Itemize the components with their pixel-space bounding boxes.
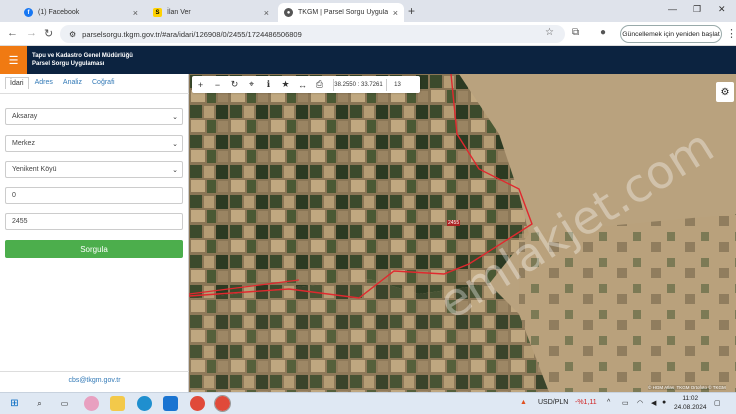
file-explorer-icon[interactable] <box>110 396 125 411</box>
refresh-icon[interactable]: ↻ <box>226 79 243 90</box>
locate-icon[interactable]: ⌖ <box>243 79 260 90</box>
location-icon: ● <box>284 8 293 17</box>
tab-label: İlan Ver <box>167 9 191 16</box>
tab-facebook[interactable]: f (1) Facebook × <box>18 3 144 22</box>
info-icon[interactable]: ℹ <box>260 79 277 90</box>
app-title-line1: Tapu ve Kadastro Genel Müdürlüğü <box>32 53 133 59</box>
print-icon[interactable]: ⎙ <box>311 79 328 90</box>
battery-icon[interactable]: ▭ <box>622 399 629 407</box>
update-label: Güncellemek için yeniden başlat <box>622 30 720 38</box>
satellite-map[interactable]: emlakjet.com <box>189 74 736 392</box>
tab-cografi[interactable]: Coğrafi <box>88 77 119 89</box>
clock-time: 11:02 <box>682 395 699 402</box>
notification-icon[interactable]: ▢ <box>714 399 721 407</box>
hamburger-menu-icon[interactable]: ☰ <box>0 46 27 74</box>
address-toolbar: ← → ↻ ⚙ parselsorgu.tkgm.gov.tr/#ara/ida… <box>0 22 736 46</box>
district-value: Merkez <box>12 140 35 147</box>
tab-label: (1) Facebook <box>38 9 80 16</box>
url-field[interactable]: ⚙ parselsorgu.tkgm.gov.tr/#ara/idari/126… <box>60 25 565 43</box>
reload-button[interactable]: ↻ <box>44 27 53 40</box>
clock-date: 24.08.2024 <box>674 404 707 411</box>
extensions-icon[interactable]: ⧉ <box>572 27 579 38</box>
close-icon[interactable]: × <box>264 8 269 18</box>
tab-idari[interactable]: İdari <box>5 77 29 89</box>
maximize-button[interactable]: ❐ <box>693 4 701 15</box>
volume-icon[interactable]: ◀ <box>651 399 656 407</box>
province-value: Aksaray <box>12 113 38 120</box>
wifi-icon[interactable]: ◠ <box>637 399 643 407</box>
new-tab-button[interactable]: + <box>408 4 415 18</box>
forward-button[interactable]: → <box>26 27 37 39</box>
site-info-icon[interactable]: ⚙ <box>69 30 76 39</box>
sidebar-tabs: İdari Adres Analiz Coğrafi <box>5 77 121 89</box>
favorite-star-icon[interactable]: ★ <box>277 79 294 90</box>
close-icon[interactable]: × <box>393 8 398 18</box>
chevron-down-icon: ⌄ <box>172 166 178 174</box>
province-select[interactable]: Aksaray ⌄ <box>5 108 183 125</box>
profile-icon[interactable]: ● <box>600 27 606 38</box>
tab-label: TKGM | Parsel Sorgu Uygulama <box>298 9 388 16</box>
parcel-value: 2455 <box>12 218 28 225</box>
parcel-input[interactable]: 2455 <box>5 213 183 230</box>
coordinate-readout: 38.2550 : 33.7261 <box>333 79 383 91</box>
chevron-down-icon: ⌄ <box>172 113 178 121</box>
tab-divider <box>0 93 189 94</box>
system-clock[interactable]: 11:02 24.08.2024 <box>674 394 707 412</box>
tab-ilan-ver[interactable]: S İlan Ver × <box>147 3 275 22</box>
chrome-icon[interactable] <box>190 396 205 411</box>
neighborhood-value: Yenikent Köyü <box>12 166 57 173</box>
close-icon[interactable]: × <box>133 8 138 18</box>
footer-divider <box>0 371 189 372</box>
sahibinden-icon: S <box>153 8 162 17</box>
minimize-button[interactable]: — <box>668 4 677 14</box>
tray-expand-icon[interactable]: ^ <box>607 399 610 406</box>
edge-icon[interactable] <box>137 396 152 411</box>
facebook-icon: f <box>24 8 33 17</box>
parcel-label[interactable]: 2455 <box>447 220 461 226</box>
search-icon[interactable]: ⌕ <box>32 396 47 411</box>
query-button[interactable]: Sorgula <box>5 240 183 258</box>
menu-icon[interactable]: ⋮ <box>726 27 736 40</box>
chevron-down-icon: ⌄ <box>172 140 178 148</box>
neighborhood-select[interactable]: Yenikent Köyü ⌄ <box>5 161 183 178</box>
zoom-in-icon[interactable]: + <box>192 80 209 90</box>
close-window-button[interactable]: ✕ <box>718 4 726 15</box>
windows-start-icon[interactable]: ⊞ <box>7 396 22 411</box>
back-button[interactable]: ← <box>7 27 18 39</box>
url-text: parselsorgu.tkgm.gov.tr/#ara/idari/12690… <box>82 29 302 39</box>
copilot-icon[interactable] <box>84 396 99 411</box>
browser-tab-bar: f (1) Facebook × S İlan Ver × ● TKGM | P… <box>0 0 736 22</box>
tab-analiz[interactable]: Analiz <box>59 77 86 89</box>
app-header: ☰ Tapu ve Kadastro Genel Müdürlüğü Parse… <box>0 46 736 74</box>
currency-label[interactable]: USD/PLN <box>538 399 568 406</box>
zoom-level: 13 <box>386 79 408 91</box>
tab-adres[interactable]: Adres <box>31 77 57 89</box>
map-attribution: © HGM Atlas, TKGM Ortofoto © TKGM <box>648 385 726 390</box>
update-restart-button[interactable]: Güncellemek için yeniden başlat <box>620 25 722 43</box>
currency-change: -%1,11 <box>575 399 597 406</box>
mail-icon[interactable] <box>163 396 178 411</box>
block-value: 0 <box>12 192 16 199</box>
block-input[interactable]: 0 <box>5 187 183 204</box>
stock-icon: ▲ <box>520 399 527 406</box>
zoom-out-icon[interactable]: − <box>209 80 226 90</box>
app-title-line2: Parsel Sorgu Uygulaması <box>32 61 105 67</box>
app-title: Tapu ve Kadastro Genel Müdürlüğü Parsel … <box>32 52 133 68</box>
task-view-icon[interactable]: ▭ <box>57 396 72 411</box>
contact-email[interactable]: cbs@tkgm.gov.tr <box>0 377 189 384</box>
satellite-imagery <box>189 74 736 392</box>
bookmark-star-icon[interactable]: ☆ <box>545 27 554 38</box>
map-settings-gear-icon[interactable]: ⚙ <box>716 82 734 102</box>
windows-taskbar: ⊞ ⌕ ▭ ▲ USD/PLN -%1,11 ^ ▭ ◠ ◀ ● 11:02 2… <box>0 392 736 414</box>
power-icon[interactable]: ● <box>662 399 666 406</box>
measure-icon[interactable]: ↔ <box>294 80 311 90</box>
chrome-active-icon[interactable] <box>214 395 231 412</box>
tab-tkgm[interactable]: ● TKGM | Parsel Sorgu Uygulama × <box>278 3 404 22</box>
district-select[interactable]: Merkez ⌄ <box>5 135 183 152</box>
